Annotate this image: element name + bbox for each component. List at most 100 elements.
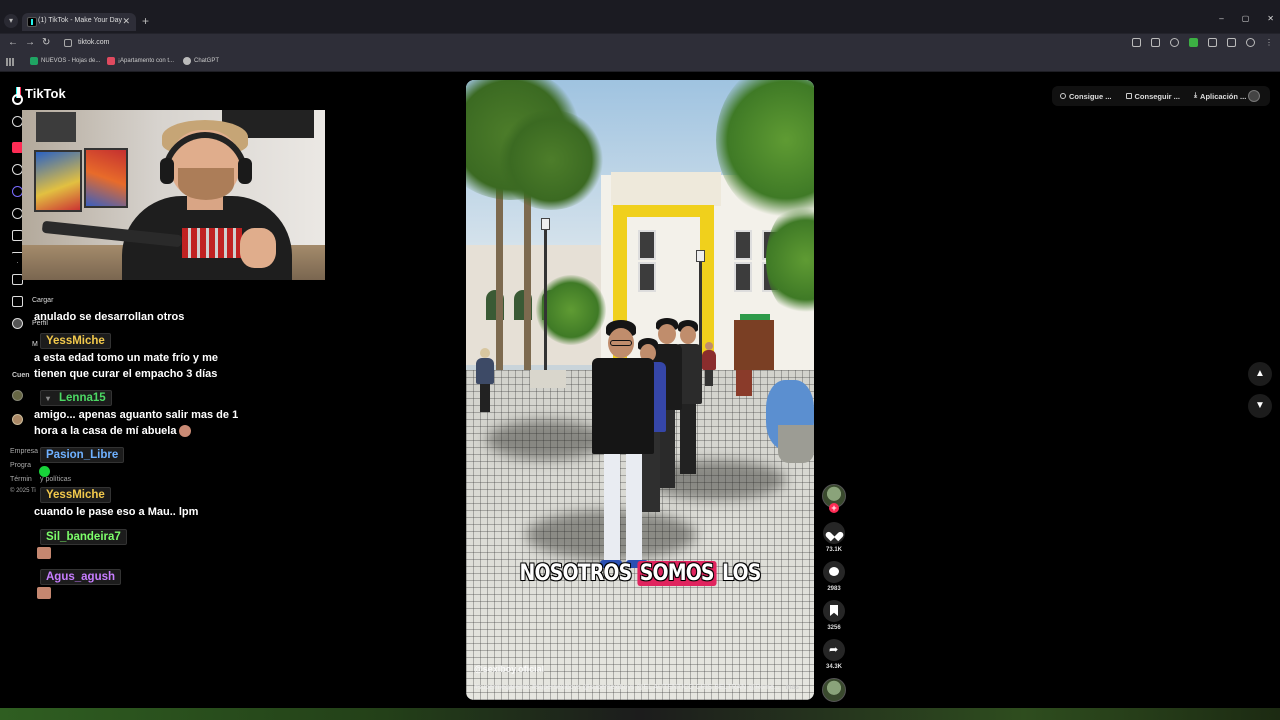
tab-title: (1) TikTok - Make Your Day xyxy=(38,17,123,24)
forward-button[interactable]: → xyxy=(25,37,35,48)
account-avatar-icon[interactable] xyxy=(12,390,23,401)
comment-icon xyxy=(829,567,839,576)
window-controls: – ▢ ✕ xyxy=(1219,14,1274,23)
browser-tab-bar: ▾ (1) TikTok - Make Your Day ✕ + – ▢ ✕ xyxy=(0,0,1280,34)
media-icon[interactable] xyxy=(1227,38,1236,47)
url-text: tiktok.com xyxy=(78,39,110,46)
music-disc-avatar[interactable] xyxy=(822,678,846,702)
address-bar[interactable]: tiktok.com xyxy=(60,36,1120,51)
sidebar-accounts-heading: Cuen xyxy=(12,372,30,379)
chat-message: anulado se desarrollan otros xyxy=(34,311,185,323)
video-caption: NOSOTROS SOMOS LOS xyxy=(490,561,789,586)
bookmark-item[interactable]: ¡Apartamento con t... xyxy=(107,57,174,65)
more-link[interactable]: más xyxy=(786,684,799,691)
scene-door xyxy=(734,320,774,372)
save-button[interactable] xyxy=(823,600,845,622)
footer-link-politicas[interactable]: y políticas xyxy=(40,476,71,483)
reload-button[interactable]: ↻ xyxy=(42,37,50,48)
phone-icon xyxy=(1125,93,1132,99)
hashtags-text[interactable]: #supermegaremix #supersexiboys @supersex… xyxy=(474,684,780,691)
share-icon: ➦ xyxy=(829,644,839,656)
scene-yellow-band xyxy=(613,205,714,217)
airbnb-icon xyxy=(107,57,115,65)
save-count: 3256 xyxy=(827,625,841,631)
chat-message-line: hora a la casa de mí abuela xyxy=(34,425,192,438)
account-avatar-icon[interactable] xyxy=(12,414,23,425)
headset-ear xyxy=(238,158,252,184)
scene-lamp xyxy=(541,218,550,230)
user-avatar[interactable] xyxy=(1248,90,1260,102)
browser-tab[interactable]: (1) TikTok - Make Your Day ✕ xyxy=(22,13,136,31)
button-label: Conseguir ... xyxy=(1134,91,1180,101)
caption-highlight: SOMOS xyxy=(637,561,717,586)
bookmark-star-icon[interactable] xyxy=(1170,38,1179,47)
get-app-button[interactable]: Conseguir ... xyxy=(1125,91,1180,101)
get-coins-button[interactable]: Consigue ... xyxy=(1060,92,1112,101)
coin-icon xyxy=(1060,93,1066,99)
follow-plus-icon[interactable]: + xyxy=(829,503,839,513)
desktop-app-button[interactable]: ⤓ Aplicación ... xyxy=(1194,92,1246,101)
previous-video-button[interactable]: ▲ xyxy=(1248,362,1272,386)
webcam-frame xyxy=(36,112,76,142)
scene-palm-leaves xyxy=(496,110,606,210)
shirt-print xyxy=(182,228,242,258)
close-window-button[interactable]: ✕ xyxy=(1267,14,1274,23)
apps-grid-icon[interactable] xyxy=(6,58,14,66)
glasses-icon xyxy=(610,340,632,346)
bookmark-label: ChatGPT xyxy=(194,58,220,64)
background-strip xyxy=(0,708,1280,720)
like-button[interactable] xyxy=(823,522,845,544)
bookmark-item[interactable]: NUEVOS - Hojas de... xyxy=(30,57,100,65)
sidebar-label-mas[interactable]: M xyxy=(32,341,38,348)
sidebar-label-cargar[interactable]: Cargar xyxy=(32,297,53,304)
video-description: #supermegaremix #supersexiboys @supersex… xyxy=(474,684,806,691)
bookmark-label: NUEVOS - Hojas de... xyxy=(41,58,101,64)
next-video-button[interactable]: ▼ xyxy=(1248,394,1272,418)
cast-icon[interactable] xyxy=(1132,38,1141,47)
scene-lamp-post xyxy=(544,225,547,375)
tab-search-button[interactable]: ▾ xyxy=(4,14,18,28)
chat-message: amigo... apenas aguanto salir mas de 1 xyxy=(34,409,239,421)
scene-shadow xyxy=(486,420,606,460)
video-player[interactable]: NOSOTROS SOMOS LOS @sexiboy.oficial #sup… xyxy=(466,80,814,700)
comment-button[interactable] xyxy=(823,561,845,583)
comic-poster xyxy=(34,150,82,212)
profile-icon[interactable] xyxy=(1246,38,1255,47)
tab-close-icon[interactable]: ✕ xyxy=(122,16,130,27)
minimize-button[interactable]: – xyxy=(1219,14,1223,23)
emote-icon xyxy=(37,587,51,599)
site-info-icon[interactable] xyxy=(64,39,72,47)
tiktok-favicon-icon xyxy=(27,17,37,27)
chat-username: Pasion_Libre xyxy=(40,447,125,463)
bookmark-icon xyxy=(830,605,838,616)
upload-icon[interactable] xyxy=(12,296,23,307)
bookmark-item[interactable]: ChatGPT xyxy=(183,57,219,65)
restore-button[interactable]: ▢ xyxy=(1242,14,1250,23)
comic-poster xyxy=(84,148,128,208)
comment-count: 2983 xyxy=(827,586,841,592)
button-label: Consigue ... xyxy=(1069,91,1112,101)
scene-planter xyxy=(778,425,814,463)
profile-avatar-icon[interactable] xyxy=(12,318,23,329)
new-tab-button[interactable]: + xyxy=(142,14,149,28)
streamer-webcam xyxy=(22,110,325,280)
chat-username: YessMiche xyxy=(40,487,111,503)
footer-link-empresa[interactable]: Empresa xyxy=(10,448,38,455)
tiktok-note-icon xyxy=(12,86,23,105)
extension-green-icon[interactable] xyxy=(1189,38,1198,47)
extensions-icon[interactable] xyxy=(1208,38,1217,47)
back-button[interactable]: ← xyxy=(8,37,18,48)
menu-icon[interactable]: ⋮ xyxy=(1265,38,1274,47)
footer-link-programas[interactable]: Progra xyxy=(10,462,31,469)
sheets-icon xyxy=(30,57,38,65)
badge-icon: ▾ xyxy=(46,394,51,403)
like-count: 73.1K xyxy=(825,547,842,553)
video-author[interactable]: @sexiboy.oficial xyxy=(474,664,544,674)
footer-copyright: © 2025 Ti xyxy=(10,488,36,494)
translate-icon[interactable] xyxy=(1151,38,1160,47)
chat-username: Sil_bandeira7 xyxy=(40,529,127,545)
footer-link-terminos[interactable]: Términ xyxy=(10,476,32,483)
tiktok-logo[interactable]: TikTok xyxy=(12,86,66,105)
share-button[interactable]: ➦ xyxy=(823,639,845,661)
caption-word: LOS xyxy=(722,561,761,586)
